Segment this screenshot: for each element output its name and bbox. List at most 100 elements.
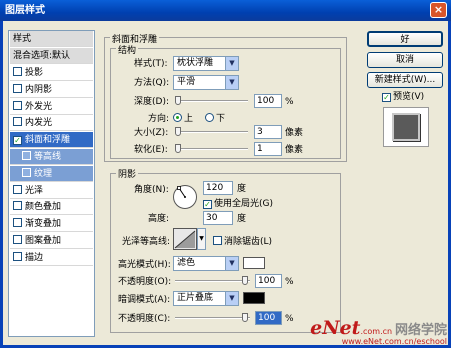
checkbox-icon[interactable]: ✓ [13,136,22,146]
checkbox-icon[interactable] [13,201,22,211]
style-item[interactable]: ✓ 斜面和浮雕 [10,132,93,149]
technique-select[interactable]: 平滑 ▼ [173,75,239,90]
gloss-contour-icon[interactable] [173,228,197,250]
soften-slider-thumb[interactable] [175,144,181,153]
style-item-label: 光泽 [25,185,44,196]
size-slider-thumb[interactable] [175,127,181,136]
checkbox-icon[interactable] [13,218,22,228]
highlight-mode-value: 滤色 [177,258,196,268]
soften-unit: 像素 [285,145,304,155]
direction-up-option[interactable]: 上 [173,113,193,125]
style-item[interactable]: 外发光 [10,99,93,115]
size-input[interactable]: 3 [254,125,282,139]
chevron-down-icon: ▼ [225,57,238,70]
global-light-option[interactable]: ✓ 使用全局光(G) [203,198,273,210]
style-blend-options[interactable]: 混合选项:默认 [10,48,93,64]
checkbox-icon[interactable] [13,83,22,93]
technique-value: 平滑 [177,77,196,87]
depth-slider-thumb[interactable] [175,96,181,105]
style-item-label: 投影 [25,68,44,78]
depth-input[interactable]: 100 [254,94,282,108]
style-item-label: 内阴影 [25,84,53,95]
watermark: eNet.com.cn 网络学院 www.eNet.com.cn/eschool [310,317,447,346]
title-bar: 图层样式 [0,0,451,21]
shadow-mode-select[interactable]: 正片叠底 ▼ [173,291,239,306]
highlight-mode-label: 高光模式(H): [118,260,171,270]
soften-input[interactable]: 1 [254,142,282,156]
checkbox-icon[interactable] [13,251,22,261]
checkbox-icon[interactable] [13,184,22,194]
style-item[interactable]: 颜色叠加 [10,199,93,216]
direction-down-option[interactable]: 下 [205,113,225,125]
angle-dial[interactable] [172,184,198,210]
depth-label: 深度(D): [134,97,169,107]
style-item[interactable]: 内发光 [10,115,93,132]
ok-button[interactable]: 好 [367,31,443,47]
close-button[interactable]: × [430,2,447,18]
contour-dropdown-icon[interactable]: ▼ [197,228,206,250]
style-item[interactable]: 光泽 [10,183,93,199]
highlight-opacity-thumb[interactable] [242,276,248,285]
checkbox-icon[interactable] [13,235,22,244]
checkbox-icon[interactable] [13,117,22,127]
size-slider[interactable] [175,127,248,137]
window-title: 图层样式 [5,5,45,16]
opacity1-unit: % [285,277,294,287]
preview-option[interactable]: ✓ 预览(V) [382,91,424,103]
style-select[interactable]: 枕状浮雕 ▼ [173,56,239,71]
highlight-opacity-slider[interactable] [175,276,250,286]
opacity2-label: 不透明度(C): [118,314,171,324]
style-item[interactable]: 渐变叠加 [10,216,93,233]
shadow-opacity-slider[interactable] [175,313,250,323]
watermark-cn: 网络学院 [394,323,447,338]
style-item-label: 外发光 [25,101,53,112]
highlight-color-swatch[interactable] [243,257,265,269]
style-list-header[interactable]: 样式 [10,31,93,47]
altitude-label: 高度: [148,214,170,224]
soften-slider[interactable] [175,144,248,154]
style-item-label: 纹理 [34,168,53,179]
checkbox-icon[interactable] [22,167,31,177]
altitude-input[interactable]: 30 [203,211,233,225]
angle-input[interactable]: 120 [203,181,233,195]
highlight-mode-select[interactable]: 滤色 ▼ [173,256,239,271]
style-item[interactable]: 等高线 [10,149,93,165]
watermark-domain: .com.cn [360,327,393,336]
style-item[interactable]: 描边 [10,250,93,266]
style-item-label: 等高线 [34,152,62,162]
opacity2-unit: % [285,314,294,324]
shadow-opacity-input[interactable]: 100 [255,311,282,325]
structure-title: 结构 [116,43,139,56]
altitude-unit: 度 [237,214,247,224]
checkbox-icon[interactable] [13,67,22,76]
depth-slider[interactable] [175,96,248,106]
style-item-label: 描边 [25,252,44,263]
shadow-opacity-thumb[interactable] [242,313,248,322]
checkbox-icon [213,236,222,245]
style-item-label: 渐变叠加 [25,219,62,230]
chevron-down-icon: ▼ [225,257,238,270]
angle-label: 角度(N): [134,185,169,195]
style-list: 样式 混合选项:默认 投影内阴影外发光内发光 ✓ 斜面和浮雕等高线纹理光泽颜色叠加渐… [8,30,95,337]
depth-unit: % [285,97,294,107]
chevron-down-icon: ▼ [225,76,238,89]
anti-alias-option[interactable]: 消除锯齿(L) [213,236,272,248]
style-item-label: 内发光 [25,118,53,129]
radio-icon [173,113,182,122]
checkbox-icon[interactable] [22,151,31,160]
cancel-button[interactable]: 取消 [367,52,443,68]
style-value: 枕状浮雕 [177,58,214,68]
checkbox-icon[interactable] [13,100,22,110]
highlight-opacity-input[interactable]: 100 [255,274,282,288]
checkbox-icon: ✓ [203,200,212,209]
size-unit: 像素 [285,128,304,138]
style-item[interactable]: 图案叠加 [10,233,93,249]
style-item-label: 图案叠加 [25,236,62,246]
shadow-color-swatch[interactable] [243,292,265,304]
style-item[interactable]: 纹理 [10,165,93,182]
style-item[interactable]: 投影 [10,65,93,81]
soften-label: 软化(E): [134,145,168,155]
new-style-button[interactable]: 新建样式(W)... [367,72,443,88]
radio-icon [205,113,214,122]
style-item[interactable]: 内阴影 [10,82,93,98]
